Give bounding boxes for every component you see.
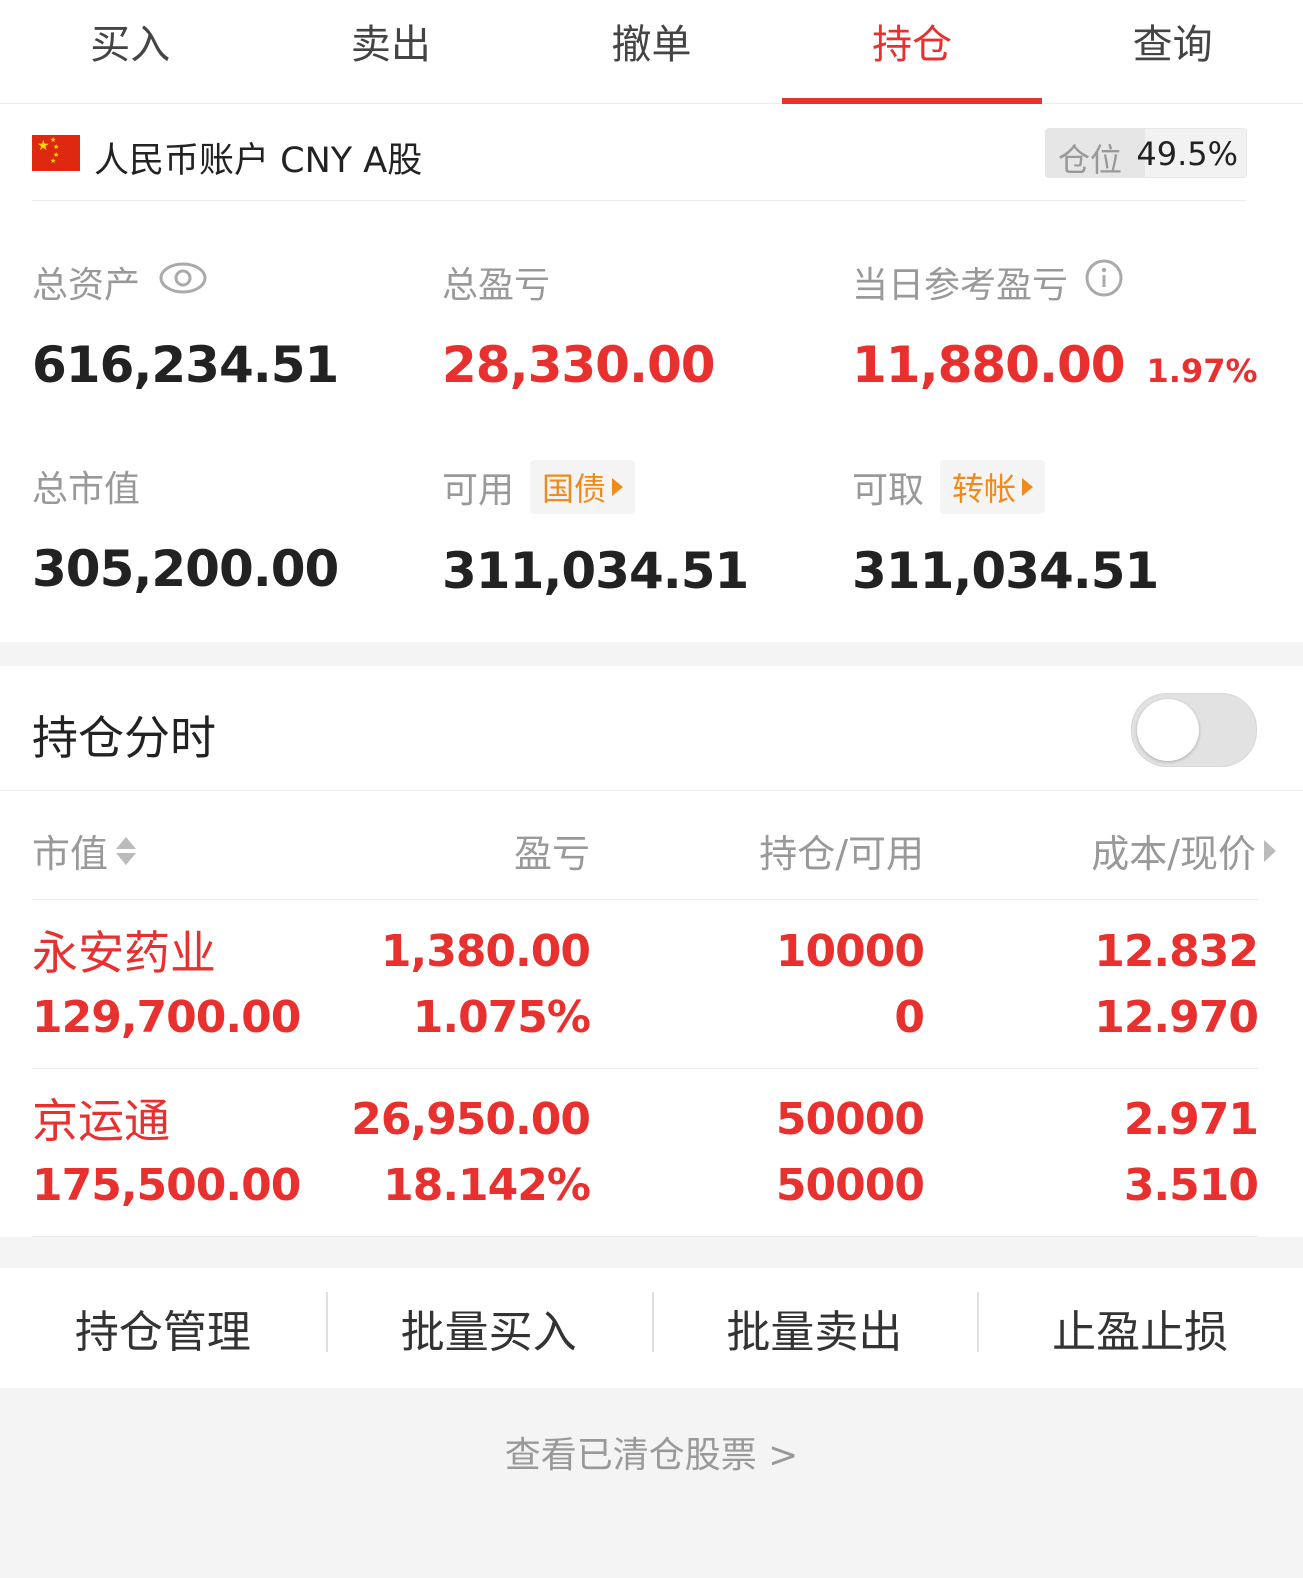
total-assets-value: 616,234.51: [32, 336, 339, 394]
transfer-tag-button[interactable]: 转帐: [940, 460, 1046, 514]
stat-available: 可用 国债 311,034.51: [442, 460, 749, 600]
stock-price: 3.510: [1123, 1160, 1259, 1211]
stock-holding: 10000: [775, 926, 925, 977]
timeshare-row: 持仓分时: [0, 666, 1303, 791]
stat-total-pl: 总盈亏 28,330.00: [442, 256, 716, 394]
header-market-value-label: 市值: [32, 832, 109, 876]
cleared-stocks-link[interactable]: 查看已清仓股票 >: [0, 1426, 1303, 1478]
header-market-value[interactable]: 市值: [32, 823, 137, 878]
header-holding: 持仓/可用: [759, 823, 924, 878]
stat-total-assets: 总资产 616,234.51: [32, 256, 339, 394]
manage-holdings-button[interactable]: 持仓管理: [0, 1296, 326, 1360]
arrow-right-icon: [612, 478, 624, 496]
sort-icon: [116, 836, 137, 865]
stat-market-value: 总市值 305,200.00: [32, 460, 339, 598]
toggle-knob: [1137, 699, 1199, 761]
account-name: 人民币账户 CNY A股: [94, 141, 423, 181]
available-label: 可用: [442, 470, 515, 511]
position-badge: 仓位 49.5%: [1045, 128, 1247, 178]
action-bar: 持仓管理 批量买入 批量卖出 止盈止损: [0, 1268, 1303, 1388]
arrow-right-icon: [1022, 478, 1034, 496]
chevron-right-icon: [1264, 839, 1276, 862]
position-value: 49.5%: [1136, 135, 1238, 173]
tab-holdings[interactable]: 持仓: [781, 0, 1043, 104]
withdrawable-label: 可取: [852, 470, 925, 511]
stock-name: 永安药业: [32, 926, 216, 980]
stock-name: 京运通: [32, 1094, 170, 1148]
header-pl: 盈亏: [514, 823, 590, 878]
tab-query[interactable]: 查询: [1042, 0, 1303, 103]
total-pl-label: 总盈亏: [442, 265, 551, 306]
stock-pl-pct: 18.142%: [383, 1160, 591, 1211]
market-value-value: 305,200.00: [32, 540, 339, 598]
table-row[interactable]: 永安药业 129,700.00 1,380.00 1.075% 10000 0 …: [32, 900, 1259, 1069]
stock-pl-pct: 1.075%: [412, 992, 591, 1043]
header-cost[interactable]: 成本/现价: [1091, 823, 1276, 878]
table-header: 市值 盈亏 持仓/可用 成本/现价: [32, 791, 1276, 900]
daily-pl-value: 11,880.00: [852, 336, 1126, 394]
transfer-tag-label: 转帐: [952, 470, 1017, 508]
header-pl-label: 盈亏: [513, 832, 590, 876]
total-pl-value: 28,330.00: [442, 336, 716, 394]
batch-buy-button[interactable]: 批量买入: [325, 1292, 652, 1360]
eye-icon[interactable]: [158, 261, 208, 304]
bond-tag-button[interactable]: 国债: [530, 460, 636, 514]
stop-profit-loss-button[interactable]: 止盈止损: [977, 1292, 1303, 1360]
holdings-table: 市值 盈亏 持仓/可用 成本/现价 永安药业 129,700.00 1,380.…: [0, 791, 1303, 1237]
stock-price: 12.970: [1094, 992, 1259, 1043]
daily-pl-pct: 1.97%: [1146, 352, 1258, 390]
stock-pl: 26,950.00: [351, 1094, 591, 1145]
account-row[interactable]: ★ ★ ★ ★ ★ 人民币账户 CNY A股 仓位 49.5%: [32, 104, 1247, 201]
header-cost-label: 成本/现价: [1091, 832, 1256, 876]
stock-market-value: 129,700.00: [32, 992, 301, 1043]
stat-daily-pl: 当日参考盈亏 11,880.00 1.97%: [852, 256, 1258, 394]
stock-pl: 1,380.00: [380, 926, 591, 977]
info-icon[interactable]: [1084, 258, 1124, 307]
stock-cost: 2.971: [1123, 1094, 1259, 1145]
stock-market-value: 175,500.00: [32, 1160, 301, 1211]
available-value: 311,034.51: [442, 542, 749, 600]
batch-sell-button[interactable]: 批量卖出: [651, 1292, 978, 1360]
header-holding-label: 持仓/可用: [759, 832, 924, 876]
position-label: 仓位: [1058, 141, 1123, 178]
timeshare-title: 持仓分时: [32, 711, 216, 765]
total-assets-label: 总资产: [32, 265, 141, 306]
bond-tag-label: 国债: [542, 470, 607, 508]
tab-cancel[interactable]: 撤单: [521, 0, 782, 103]
cn-flag-icon: ★ ★ ★ ★ ★: [32, 135, 80, 171]
table-row[interactable]: 京运通 175,500.00 26,950.00 18.142% 50000 5…: [32, 1068, 1259, 1237]
tab-buy[interactable]: 买入: [0, 0, 261, 103]
market-value-label: 总市值: [32, 469, 141, 510]
withdrawable-value: 311,034.51: [852, 542, 1159, 600]
stock-cost: 12.832: [1094, 926, 1259, 977]
stock-available: 50000: [775, 1160, 925, 1211]
top-tabs: 买入 卖出 撤单 持仓 查询: [0, 0, 1303, 104]
daily-pl-label: 当日参考盈亏: [852, 265, 1069, 306]
tab-sell[interactable]: 卖出: [261, 0, 522, 103]
stat-withdrawable: 可取 转帐 311,034.51: [852, 460, 1159, 600]
stock-available: 0: [894, 992, 925, 1043]
stock-holding: 50000: [775, 1094, 925, 1145]
timeshare-toggle[interactable]: [1131, 693, 1257, 767]
account-section: ★ ★ ★ ★ ★ 人民币账户 CNY A股 仓位 49.5% 总资产 616,…: [0, 104, 1303, 642]
